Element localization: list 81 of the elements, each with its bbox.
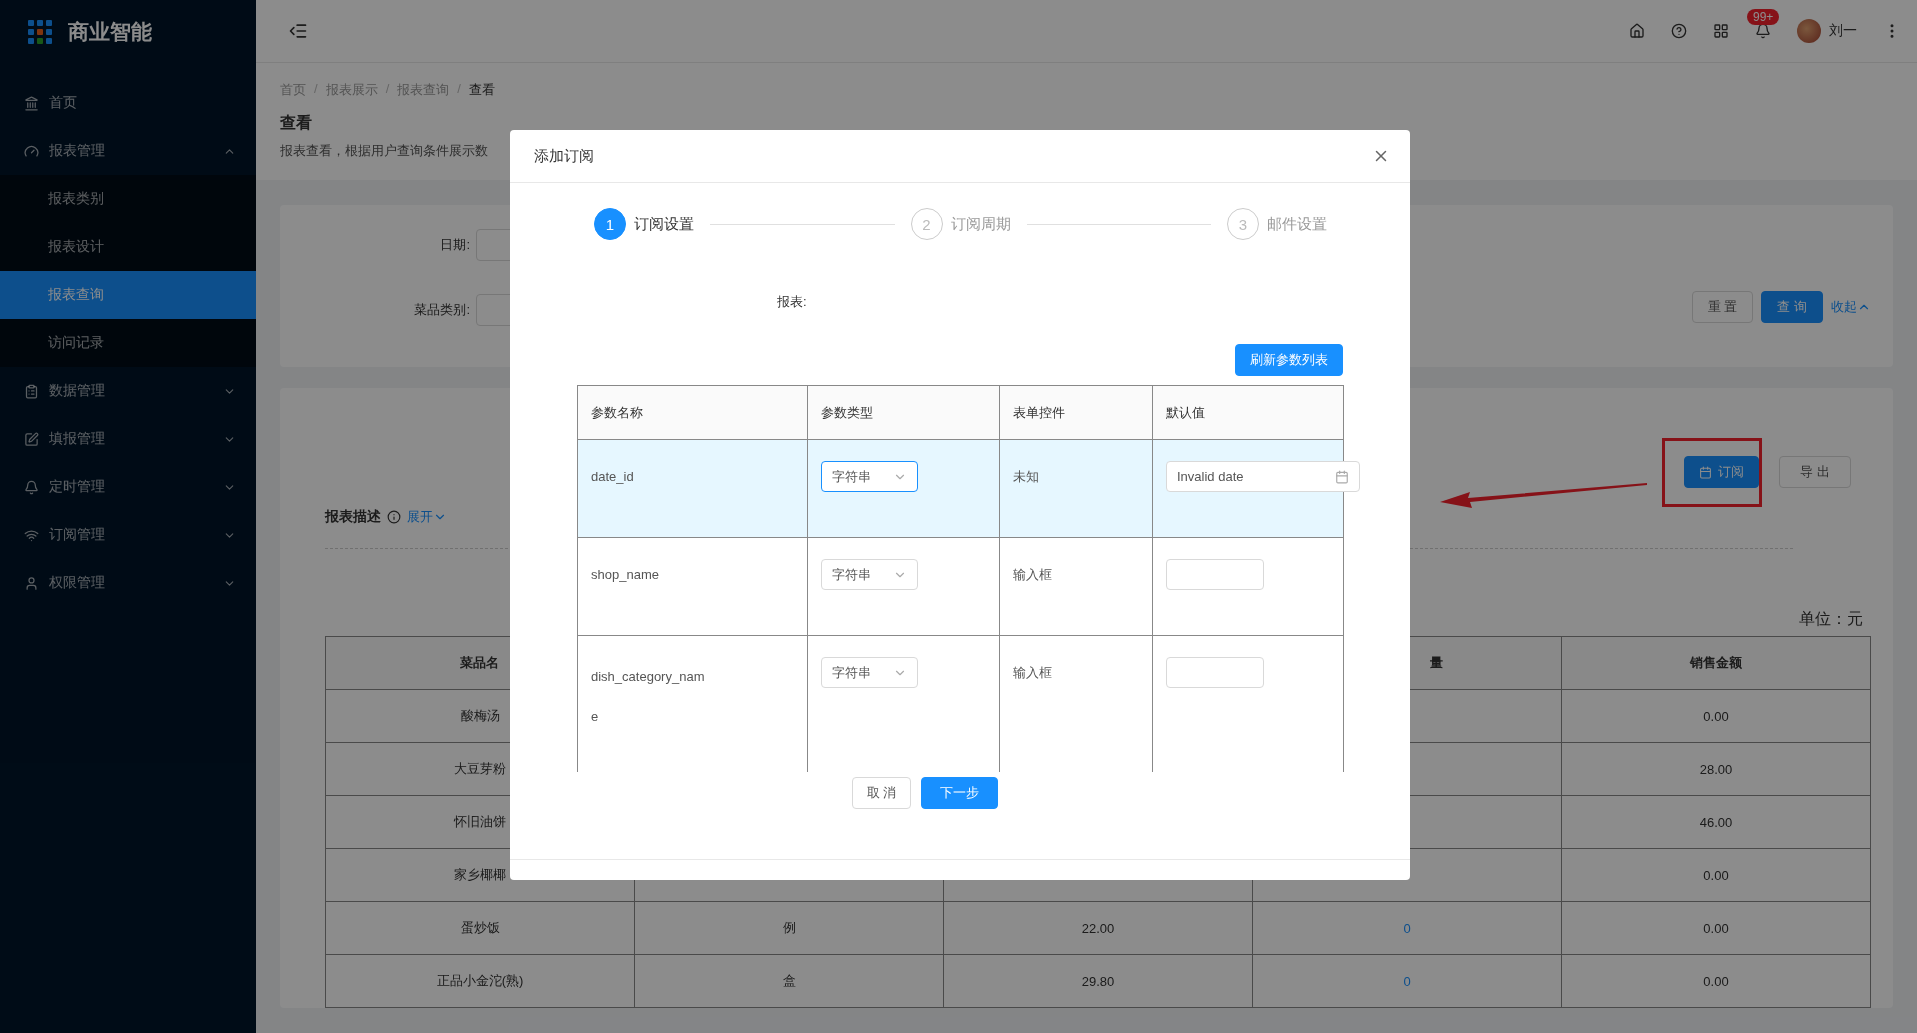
subscribe-button[interactable]: 订阅 — [1684, 456, 1760, 488]
table-cell: 28.00 — [1561, 742, 1871, 796]
column-header: 参数名称 — [577, 385, 808, 440]
expand-link[interactable]: 展开 — [407, 508, 447, 526]
param-name: shop_name — [591, 566, 660, 584]
table-cell: 0.00 — [1561, 901, 1871, 955]
type-select[interactable]: 字符串 — [821, 559, 918, 590]
field-label: 日期: — [439, 236, 471, 254]
submenu-item[interactable]: 报表查询 — [0, 271, 256, 319]
table-cell: 0 — [1252, 954, 1562, 1008]
page-description: 报表查看，根据用户查询条件展示数 — [280, 142, 488, 160]
table-cell: 盒 — [634, 954, 944, 1008]
submenu-item[interactable]: 报表类别 — [0, 175, 256, 223]
step-label[interactable]: 订阅设置 — [634, 214, 694, 234]
input-field[interactable] — [1166, 559, 1264, 590]
grid-icon[interactable] — [1713, 23, 1729, 39]
control-type: 未知 — [1013, 468, 1040, 486]
refresh-button[interactable]: 刷新参数列表 — [1235, 344, 1343, 376]
submenu-item[interactable]: 报表设计 — [0, 223, 256, 271]
calendar-icon — [1335, 469, 1349, 484]
table-cell: 29.80 — [943, 954, 1253, 1008]
cancel-button[interactable]: 取 消 — [851, 777, 912, 809]
table-cell: 例 — [634, 901, 944, 955]
control-type: 输入框 — [1013, 566, 1053, 584]
table-cell: 正品小金沱(熟) — [325, 954, 635, 1008]
menu-item[interactable]: 权限管理 — [0, 559, 256, 607]
menu-toggle-icon[interactable] — [288, 21, 308, 41]
breadcrumb-item: 查看 — [468, 81, 495, 99]
step-number[interactable]: 3 — [1227, 208, 1259, 240]
table-cell: 蛋炒饭 — [325, 901, 635, 955]
step-label[interactable]: 邮件设置 — [1267, 214, 1327, 234]
export-button[interactable]: 导 出 — [1779, 456, 1851, 488]
reset-button[interactable]: 重 置 — [1691, 291, 1754, 323]
collapse-link[interactable]: 收起 — [1831, 298, 1871, 316]
description-label: 报表描述 — [325, 508, 381, 526]
info-icon — [387, 510, 401, 524]
menu-item[interactable]: 首页 — [0, 79, 256, 127]
table-cell: 0.00 — [1561, 689, 1871, 743]
column-header: 销售金额 — [1561, 636, 1871, 690]
column-header: 表单控件 — [999, 385, 1153, 440]
user-name[interactable]: 刘一 — [1829, 22, 1857, 40]
dialog-title: 添加订阅 — [534, 146, 594, 166]
step-number[interactable]: 2 — [910, 208, 943, 240]
calendar-icon — [1699, 465, 1713, 479]
submenu-item[interactable]: 访问记录 — [0, 319, 256, 367]
report-label: 报表: — [777, 294, 807, 309]
step-label[interactable]: 订阅周期 — [950, 214, 1011, 234]
logo-icon — [28, 19, 52, 44]
column-header: 默认值 — [1152, 385, 1344, 440]
menu-item[interactable]: 定时管理 — [0, 463, 256, 511]
date-field[interactable]: Invalid date — [1166, 461, 1360, 492]
type-select[interactable]: 字符串 — [821, 657, 918, 688]
param-name: date_id — [591, 468, 635, 486]
home-icon[interactable] — [1629, 23, 1645, 39]
control-type: 输入框 — [1013, 664, 1053, 682]
table-cell: 0 — [1252, 901, 1562, 955]
step-number[interactable]: 1 — [594, 208, 626, 240]
table-cell: 22.00 — [943, 901, 1253, 955]
breadcrumb-separator: / — [314, 81, 318, 98]
table-cell: 0.00 — [1561, 848, 1871, 902]
menu-item[interactable]: 报表管理 — [0, 127, 256, 175]
notification-badge: 99+ — [1747, 9, 1780, 25]
type-select[interactable]: 字符串 — [821, 461, 918, 492]
page-title: 查看 — [280, 113, 313, 133]
user-avatar[interactable] — [1797, 19, 1821, 43]
column-header: 参数类型 — [807, 385, 1000, 440]
table-cell: 46.00 — [1561, 795, 1871, 849]
table-cell: 0.00 — [1561, 954, 1871, 1008]
bell-icon[interactable] — [1755, 23, 1771, 39]
app-title: 商业智能 — [68, 18, 152, 45]
query-button[interactable]: 查 询 — [1761, 291, 1823, 323]
breadcrumb-separator: / — [385, 81, 390, 98]
input-field[interactable] — [1166, 657, 1264, 688]
menu-item[interactable]: 订阅管理 — [0, 511, 256, 559]
menu-item[interactable]: 填报管理 — [0, 415, 256, 463]
breadcrumb-separator: / — [457, 81, 461, 98]
unit-label: 单位：元 — [1799, 609, 1863, 629]
menu-item[interactable]: 数据管理 — [0, 367, 256, 415]
field-label: 菜品类别: — [413, 301, 471, 319]
help-icon[interactable] — [1671, 23, 1687, 39]
next-button[interactable]: 下一步 — [921, 777, 999, 809]
